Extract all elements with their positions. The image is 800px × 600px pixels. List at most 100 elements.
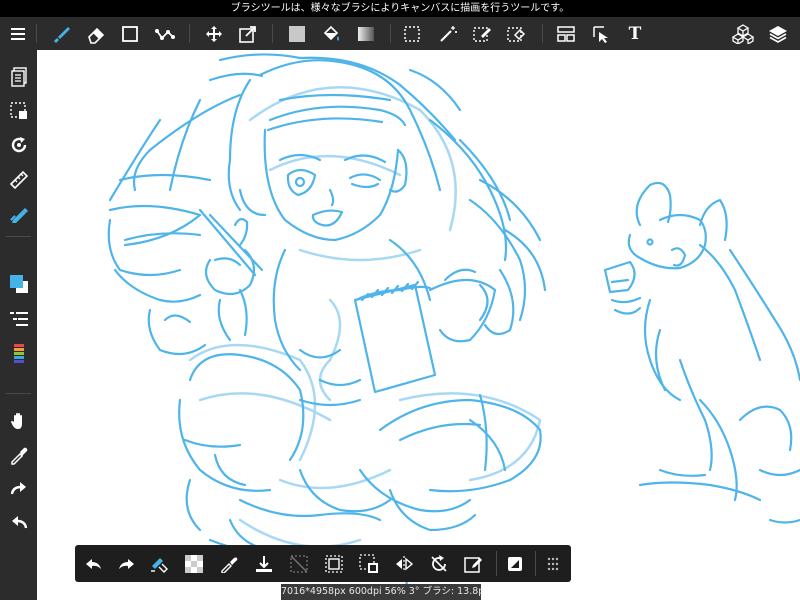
ruler-button[interactable] [0, 165, 37, 195]
dashed-selection-icon [404, 25, 420, 42]
paint-bucket-icon [323, 25, 339, 41]
edit-selection-button[interactable] [459, 545, 489, 582]
transparent-color-button[interactable] [179, 545, 209, 582]
eyedropper-quick-button[interactable] [214, 545, 244, 582]
drawing-canvas[interactable] [37, 50, 800, 600]
undo-quick-button[interactable] [79, 545, 109, 582]
magic-wand-icon [440, 25, 457, 42]
brush-mode-button[interactable] [144, 545, 174, 582]
selection-layer-button[interactable] [0, 96, 37, 126]
rotate-reset-icon [431, 554, 447, 572]
redo-icon [119, 558, 134, 569]
eyedropper-icon [221, 557, 238, 573]
curve-tool-button[interactable] [150, 17, 180, 50]
layers-button[interactable] [762, 17, 794, 50]
sidebar-separator [6, 236, 31, 237]
bucket-tool-button[interactable] [316, 17, 346, 50]
rotate-canvas-button[interactable] [0, 130, 37, 160]
rotate-reset-button[interactable] [424, 545, 454, 582]
sidebar-separator [6, 393, 31, 394]
eraser-icon [88, 27, 105, 44]
eyedropper-icon [10, 447, 27, 465]
brush-tool-button[interactable] [46, 17, 76, 50]
polyline-icon [155, 28, 175, 40]
selection-fill-icon [359, 553, 378, 573]
brush-list-button[interactable] [0, 304, 37, 334]
snap-pen-icon [9, 208, 28, 223]
pages-icon [10, 67, 27, 87]
move-tool-button[interactable] [199, 17, 229, 50]
selection-edit-icon [464, 556, 482, 573]
redo-arrow-icon [10, 482, 26, 495]
select-all-button[interactable] [319, 545, 349, 582]
layers-icon [769, 25, 787, 43]
hand-icon [10, 413, 22, 429]
flip-horizontal-icon [396, 555, 414, 572]
ruler-icon [9, 170, 28, 190]
toolbar-separator [189, 24, 190, 43]
tool-hint-bar: ブラシツールは、様々なブラシによりキャンバスに描画を行うツールです。 [0, 0, 800, 17]
select-eraser-tool-button[interactable] [501, 17, 531, 50]
palette-gradient-icon [13, 344, 24, 363]
color-swatch-button[interactable] [0, 269, 37, 299]
select-rect-tool-button[interactable] [397, 17, 427, 50]
fill-square-icon [289, 25, 305, 42]
sketch-artwork [107, 53, 800, 597]
page-manager-button[interactable] [0, 62, 37, 92]
selection-eraser-icon [507, 26, 526, 42]
frame-tool-button[interactable] [551, 17, 581, 50]
magic-wand-tool-button[interactable] [433, 17, 463, 50]
cubes-icon [732, 23, 754, 44]
gradient-icon [358, 26, 374, 41]
brush-list-icon [9, 312, 28, 326]
save-button[interactable] [249, 545, 279, 582]
redo-quick-button[interactable] [111, 545, 141, 582]
toolbar-separator [542, 24, 543, 43]
object-tool-button[interactable] [586, 17, 616, 50]
rotate-icon [11, 137, 26, 153]
undo-button[interactable] [0, 508, 37, 538]
color-swatch-icon [9, 275, 28, 293]
toolbar-separator [272, 24, 273, 43]
select-pen-tool-button[interactable] [467, 17, 497, 50]
flip-horizontal-button[interactable] [389, 545, 419, 582]
hand-tool-button[interactable] [0, 406, 37, 436]
toolbar-separator [390, 24, 391, 43]
color-palette-button[interactable] [0, 339, 37, 369]
deselect-button[interactable] [284, 545, 314, 582]
menu-button[interactable] [4, 17, 32, 50]
selection-layer-icon [9, 102, 27, 119]
transform-icon [239, 25, 256, 43]
undo-arrow-icon [11, 516, 27, 529]
hamburger-icon [11, 27, 25, 40]
snap-button[interactable] [0, 199, 37, 229]
grid-dots-icon [547, 557, 559, 570]
brush-icon [54, 26, 70, 43]
canvas-status-bar: 7016*4958px 600dpi 56% 3° ブラシ: 13.8px 10… [281, 584, 481, 600]
bottom-toolbar-separator [496, 551, 497, 576]
more-options-button[interactable] [538, 545, 568, 582]
app-window: ブラシツールは、様々なブラシによりキャンバスに描画を行うツールです。 T 701… [0, 0, 800, 600]
rectangle-shape-icon [122, 25, 138, 42]
sketch-lines [107, 53, 800, 597]
redo-button[interactable] [0, 474, 37, 504]
shape-tool-button[interactable] [115, 17, 145, 50]
fill-tool-button[interactable] [282, 17, 312, 50]
text-tool-button[interactable]: T [620, 17, 650, 50]
select-all-icon [325, 554, 343, 573]
selection-fill-button[interactable] [354, 545, 384, 582]
gradient-tool-button[interactable] [351, 17, 381, 50]
left-sidebar [0, 50, 37, 600]
transform-tool-button[interactable] [233, 17, 263, 50]
top-toolbar: T [0, 17, 800, 50]
adjust-button[interactable] [500, 545, 530, 582]
toolbar-separator [36, 24, 37, 43]
eyedropper-button[interactable] [0, 440, 37, 470]
selection-pen-icon [473, 26, 491, 42]
move-arrows-icon [206, 25, 222, 42]
deselect-icon [290, 554, 308, 573]
undo-icon [86, 558, 101, 569]
eraser-tool-button[interactable] [81, 17, 111, 50]
brush-eraser-toggle-icon [151, 557, 168, 573]
materials-button[interactable] [727, 17, 759, 50]
